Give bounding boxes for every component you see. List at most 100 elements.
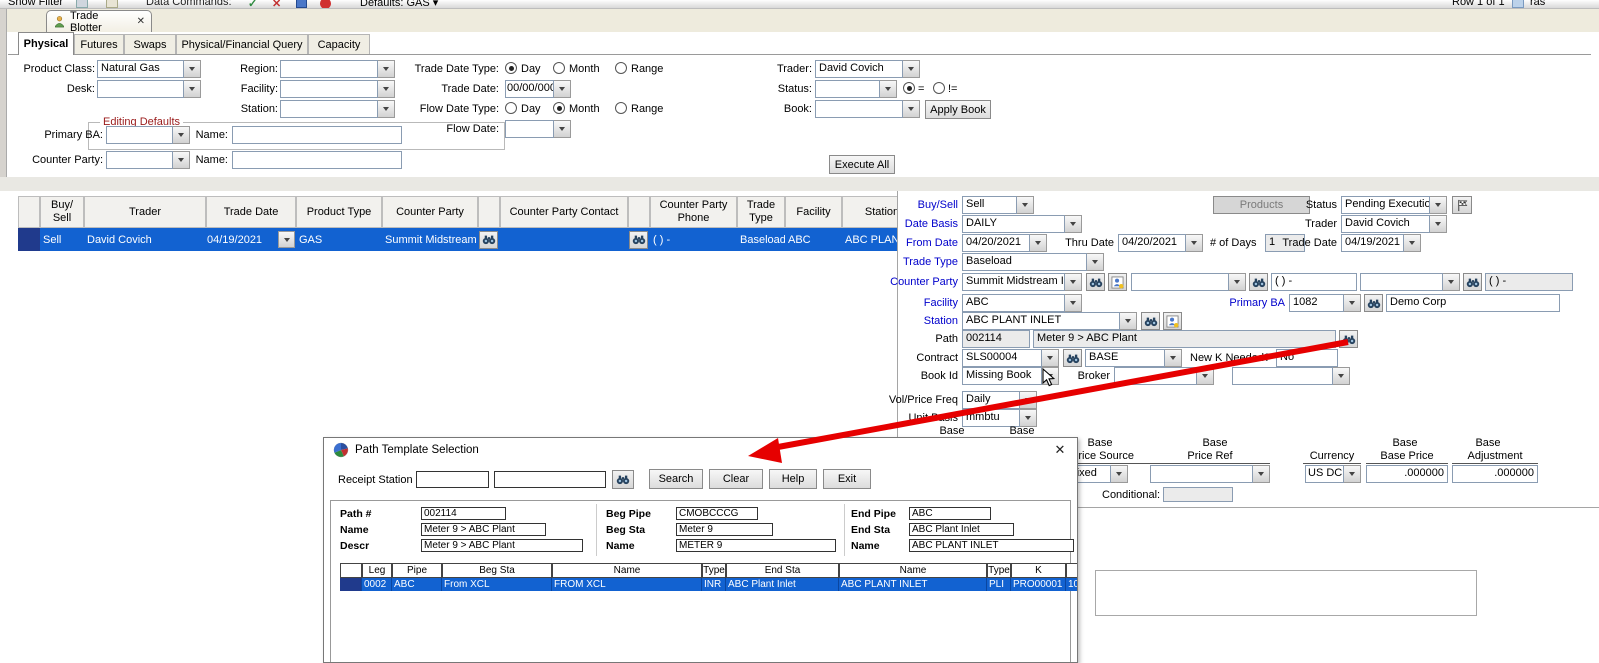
chevron-down-icon[interactable]	[1430, 215, 1447, 233]
help-button[interactable]: Help	[769, 469, 817, 489]
chevron-down-icon[interactable]	[378, 60, 395, 78]
status-equals-radio[interactable]	[903, 82, 915, 94]
leg-col-end-type[interactable]: Type	[987, 563, 1011, 578]
status-flag-button[interactable]	[1452, 196, 1472, 214]
leg-cell-end-sta[interactable]: ABC Plant Inlet	[726, 578, 839, 591]
leg-col-end-name[interactable]: Name	[839, 563, 987, 578]
conditional-field[interactable]	[1163, 487, 1233, 502]
buy-sell-combo[interactable]: Sell	[962, 196, 1034, 214]
dialog-close-icon[interactable]: ✕	[1051, 442, 1069, 458]
path-number-field[interactable]: 002114	[421, 507, 506, 520]
commit-icon[interactable]: ✓	[248, 0, 257, 9]
cell-cp-contact[interactable]	[500, 228, 628, 251]
trade-date-combo[interactable]: 00/00/0000	[505, 80, 571, 98]
cell-trade-date[interactable]: 04/19/2021	[206, 228, 296, 251]
cp-phone-field[interactable]: ( ) -	[1271, 273, 1357, 291]
chevron-down-icon[interactable]	[1344, 294, 1361, 312]
apply-book-button[interactable]: Apply Book	[925, 100, 991, 119]
row-selector-cell[interactable]	[18, 228, 40, 251]
leg-col-k[interactable]: K	[1011, 563, 1066, 578]
binoculars-button[interactable]	[1086, 273, 1105, 291]
from-date-combo[interactable]: 04/20/2021	[962, 234, 1047, 252]
cancel-icon[interactable]: ✕	[272, 0, 281, 9]
status-filter-combo[interactable]	[815, 80, 897, 98]
col-counter-party[interactable]: Counter Party	[382, 196, 478, 228]
chevron-down-icon[interactable]	[184, 60, 201, 78]
save-icon[interactable]	[296, 0, 307, 8]
counter-party-filter-combo[interactable]	[106, 151, 190, 169]
leg-cell-tran[interactable]: 1006084	[1066, 578, 1078, 591]
cp-alt-combo[interactable]	[1360, 273, 1460, 291]
chevron-down-icon[interactable]	[1197, 367, 1214, 385]
chevron-down-icon[interactable]	[1087, 253, 1104, 271]
binoculars-button[interactable]	[1339, 330, 1358, 348]
chevron-down-icon[interactable]	[173, 126, 190, 144]
product-class-combo[interactable]: Natural Gas	[97, 60, 201, 78]
binoculars-button[interactable]	[1063, 349, 1082, 367]
receipt-station-field-1[interactable]	[416, 471, 489, 488]
binoculars-button[interactable]	[479, 231, 498, 249]
contact-card-button[interactable]	[1163, 312, 1182, 330]
stop-icon[interactable]	[320, 0, 331, 9]
leg-col-name[interactable]: Name	[552, 563, 702, 578]
binoculars-button[interactable]	[612, 470, 634, 489]
tab-swaps[interactable]: Swaps	[124, 34, 176, 55]
col-buy-sell[interactable]: Buy/ Sell	[40, 196, 84, 228]
leg-cell-pipe[interactable]: ABC	[392, 578, 442, 591]
end-name-field[interactable]: ABC PLANT INLET	[909, 539, 1074, 552]
station-filter-combo[interactable]	[280, 100, 395, 118]
trader-combo[interactable]: David Covich	[1341, 215, 1447, 233]
trade-date-panel-combo[interactable]: 04/19/2021	[1341, 234, 1421, 252]
counter-party-name-field[interactable]	[232, 151, 402, 169]
primary-ba-name-field-panel[interactable]: Demo Corp	[1386, 294, 1560, 312]
chevron-down-icon[interactable]	[1344, 465, 1361, 483]
cell-trader[interactable]: David Covich	[84, 228, 206, 251]
tab-futures[interactable]: Futures	[74, 34, 124, 55]
chevron-down-icon[interactable]	[1020, 391, 1037, 409]
cp-contact-combo[interactable]	[1131, 273, 1246, 291]
col-product-type[interactable]: Product Type	[296, 196, 382, 228]
col-trade-date[interactable]: Trade Date	[206, 196, 296, 228]
chevron-down-icon[interactable]	[1042, 349, 1059, 367]
leg-cell-type[interactable]: INR	[702, 578, 726, 591]
end-sta-field[interactable]: ABC Plant Inlet	[909, 523, 1014, 536]
chevron-down-icon[interactable]	[554, 80, 571, 98]
base-price-field[interactable]: .000000	[1366, 465, 1448, 483]
counter-party-combo[interactable]: Summit Midstream I	[962, 273, 1082, 291]
exit-button[interactable]: Exit	[823, 469, 871, 489]
status-combo[interactable]: Pending Execution	[1341, 196, 1447, 214]
chevron-down-icon[interactable]	[1229, 273, 1246, 291]
chevron-down-icon[interactable]	[1443, 273, 1460, 291]
chevron-down-icon[interactable]	[1065, 294, 1082, 312]
cell-buy-sell[interactable]: Sell	[40, 228, 84, 251]
leg-cell-end-name[interactable]: ABC PLANT INLET	[839, 578, 987, 591]
tab-capacity[interactable]: Capacity	[308, 34, 370, 55]
leg-cell-k[interactable]: PRO00001	[1011, 578, 1066, 591]
chevron-down-icon[interactable]	[880, 80, 897, 98]
defaults-dropdown[interactable]: Defaults: GAS ▾	[360, 0, 438, 9]
adjustment-field[interactable]: .000000	[1452, 465, 1538, 483]
flow-date-combo[interactable]	[505, 120, 571, 138]
facility-filter-combo[interactable]	[280, 80, 395, 98]
trade-blotter-tab[interactable]: Trade Blotter ✕	[46, 10, 152, 32]
chevron-down-icon[interactable]	[378, 80, 395, 98]
cell-trade-type[interactable]: Baseload	[737, 228, 785, 251]
chevron-down-icon[interactable]	[903, 60, 920, 78]
book-combo[interactable]	[815, 100, 920, 118]
tab-close-icon[interactable]: ✕	[137, 16, 145, 27]
chevron-down-icon[interactable]	[1430, 196, 1447, 214]
leg-cell-name[interactable]: FROM XCL	[552, 578, 702, 591]
leg-col-type[interactable]: Type	[702, 563, 726, 578]
col-facility[interactable]: Facility	[785, 196, 842, 228]
flow-date-day-radio[interactable]	[505, 102, 517, 114]
station-combo[interactable]: ABC PLANT INLET	[962, 312, 1137, 330]
cell-facility[interactable]: ABC	[785, 228, 842, 251]
contract-combo[interactable]: SLS00004	[962, 349, 1059, 367]
cell-cp-phone[interactable]: ( ) -	[650, 228, 737, 251]
leg-col-pipe[interactable]: Pipe	[392, 563, 442, 578]
chevron-down-icon[interactable]	[1065, 273, 1082, 291]
thru-date-combo[interactable]: 04/20/2021	[1118, 234, 1203, 252]
contact-card-button[interactable]	[1108, 273, 1127, 291]
chevron-down-icon[interactable]	[1333, 367, 1350, 385]
leg-cell-leg[interactable]: 0002	[362, 578, 392, 591]
